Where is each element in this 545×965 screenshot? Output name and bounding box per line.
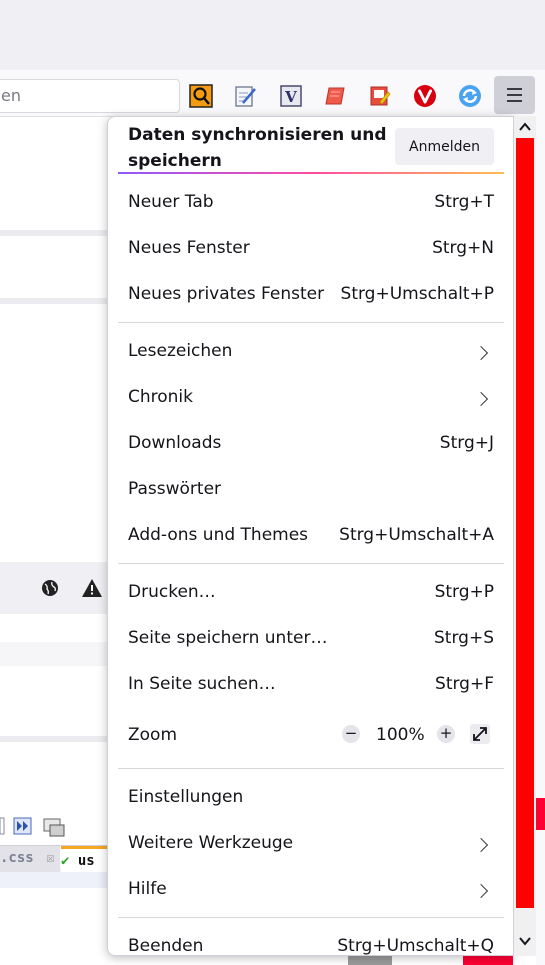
checkmark-icon: ✔: [61, 853, 70, 869]
menu-item-settings[interactable]: Einstellungen: [108, 779, 513, 819]
menu-item-new-private-window[interactable]: Neues privates Fenster Strg+Umschalt+P: [108, 276, 513, 316]
chevron-right-icon: [473, 391, 489, 407]
menu-item-label: Lesezeichen: [128, 341, 233, 361]
menu-item-save-page-as[interactable]: Seite speichern unter… Strg+S: [108, 620, 513, 660]
sign-in-button[interactable]: Anmelden: [395, 128, 494, 165]
tab-close-icon[interactable]: ☒: [46, 850, 54, 866]
sync-extension-icon[interactable]: [458, 84, 482, 108]
page-scrollbar-thumb[interactable]: [536, 798, 545, 830]
menu-item-print[interactable]: Drucken… Strg+P: [108, 574, 513, 614]
menu-item-new-tab[interactable]: Neuer Tab Strg+T: [108, 184, 513, 224]
menu-item-shortcut: Strg+J: [439, 433, 494, 453]
scrollbar-thumb[interactable]: [516, 138, 534, 908]
menu-item-label: In Seite suchen…: [128, 674, 276, 694]
page-scrollbar-strip: [536, 116, 545, 965]
menu-item-label: Hilfe: [128, 879, 167, 899]
menu-item-label: Neuer Tab: [128, 192, 214, 212]
menu-item-label: Drucken…: [128, 582, 216, 602]
menu-item-shortcut: Strg+P: [434, 582, 494, 602]
menu-item-new-window[interactable]: Neues Fenster Strg+N: [108, 230, 513, 270]
notepad-extension-icon[interactable]: [233, 84, 257, 108]
menu-item-shortcut: Strg+N: [432, 238, 494, 258]
menu-separator: [118, 563, 504, 564]
scroll-down-arrow-icon[interactable]: [518, 933, 532, 949]
menu-scrollbar[interactable]: [514, 116, 536, 956]
zoom-in-button[interactable]: +: [437, 725, 455, 743]
zoom-out-button[interactable]: −: [342, 725, 360, 743]
menu-item-find-in-page[interactable]: In Seite suchen… Strg+F: [108, 666, 513, 706]
menu-item-passwords[interactable]: Passwörter: [108, 471, 513, 511]
warning-icon[interactable]: [81, 578, 103, 598]
menu-item-downloads[interactable]: Downloads Strg+J: [108, 425, 513, 465]
menu-item-label: Passwörter: [128, 479, 222, 499]
menu-item-label: Neues privates Fenster: [128, 284, 325, 304]
globe-icon[interactable]: [40, 578, 60, 598]
menu-item-history[interactable]: Chronik: [108, 379, 513, 419]
tab-strip: [0, 0, 545, 70]
chevron-right-icon: [473, 883, 489, 899]
menu-item-shortcut: Strg+Umschalt+Q: [337, 936, 494, 956]
fullscreen-icon[interactable]: [470, 724, 490, 744]
menu-item-label: Beenden: [128, 936, 204, 956]
sync-gradient-divider: [118, 172, 504, 174]
scroll-extension-icon[interactable]: [323, 84, 347, 108]
menu-separator: [118, 322, 504, 323]
menu-item-help[interactable]: Hilfe: [108, 871, 513, 911]
menu-item-shortcut: Strg+F: [435, 674, 494, 694]
app-menu-panel: Daten synchronisieren und speichern Anme…: [107, 116, 514, 956]
background-tab[interactable]: .css ☒: [0, 846, 60, 872]
vivaldi-extension-icon[interactable]: [413, 84, 437, 108]
menu-item-label: Weitere Werkzeuge: [128, 833, 294, 853]
app-menu-button[interactable]: [494, 76, 535, 114]
menu-item-shortcut: Strg+T: [434, 192, 494, 212]
background-element: [348, 956, 392, 965]
menu-item-label: Einstellungen: [128, 787, 244, 807]
menu-item-label: Downloads: [128, 433, 222, 453]
search-extension-icon[interactable]: [189, 84, 213, 108]
sync-title: Daten synchronisieren und speichern: [128, 125, 387, 171]
menu-item-more-tools[interactable]: Weitere Werkzeuge: [108, 825, 513, 865]
menu-item-label: Chronik: [128, 387, 194, 407]
scroll-up-arrow-icon[interactable]: [518, 119, 532, 135]
menu-item-shortcut: Strg+Umschalt+P: [340, 284, 494, 304]
url-bar[interactable]: en: [0, 79, 180, 113]
menu-item-label: Neues Fenster: [128, 238, 250, 258]
chevron-right-icon: [473, 837, 489, 853]
menu-item-shortcut: Strg+Umschalt+A: [339, 525, 494, 545]
menu-item-label: Zoom: [128, 725, 178, 745]
menu-item-shortcut: Strg+S: [434, 628, 494, 648]
background-tab-label: .css: [0, 850, 34, 866]
menu-item-quit[interactable]: Beenden Strg+Umschalt+Q: [108, 928, 513, 956]
menu-item-zoom: Zoom − 100% +: [108, 717, 513, 757]
menu-separator: [118, 917, 504, 918]
v-extension-icon[interactable]: V: [279, 84, 303, 108]
background-toolbar-icons: [0, 817, 65, 837]
zoom-reset-button[interactable]: 100%: [376, 725, 425, 745]
menu-item-bookmarks[interactable]: Lesezeichen: [108, 333, 513, 373]
background-tab-label: us: [77, 853, 95, 869]
background-element: [463, 956, 513, 965]
menu-item-label: Add-ons und Themes: [128, 525, 309, 545]
chevron-right-icon: [473, 345, 489, 361]
background-tab-active[interactable]: ✔ us: [61, 846, 107, 872]
menu-separator: [118, 768, 504, 769]
edit-extension-icon[interactable]: [368, 84, 392, 108]
menu-item-label: Seite speichern unter…: [128, 628, 328, 648]
menu-item-addons-themes[interactable]: Add-ons und Themes Strg+Umschalt+A: [108, 517, 513, 557]
svg-text:V: V: [284, 88, 297, 106]
